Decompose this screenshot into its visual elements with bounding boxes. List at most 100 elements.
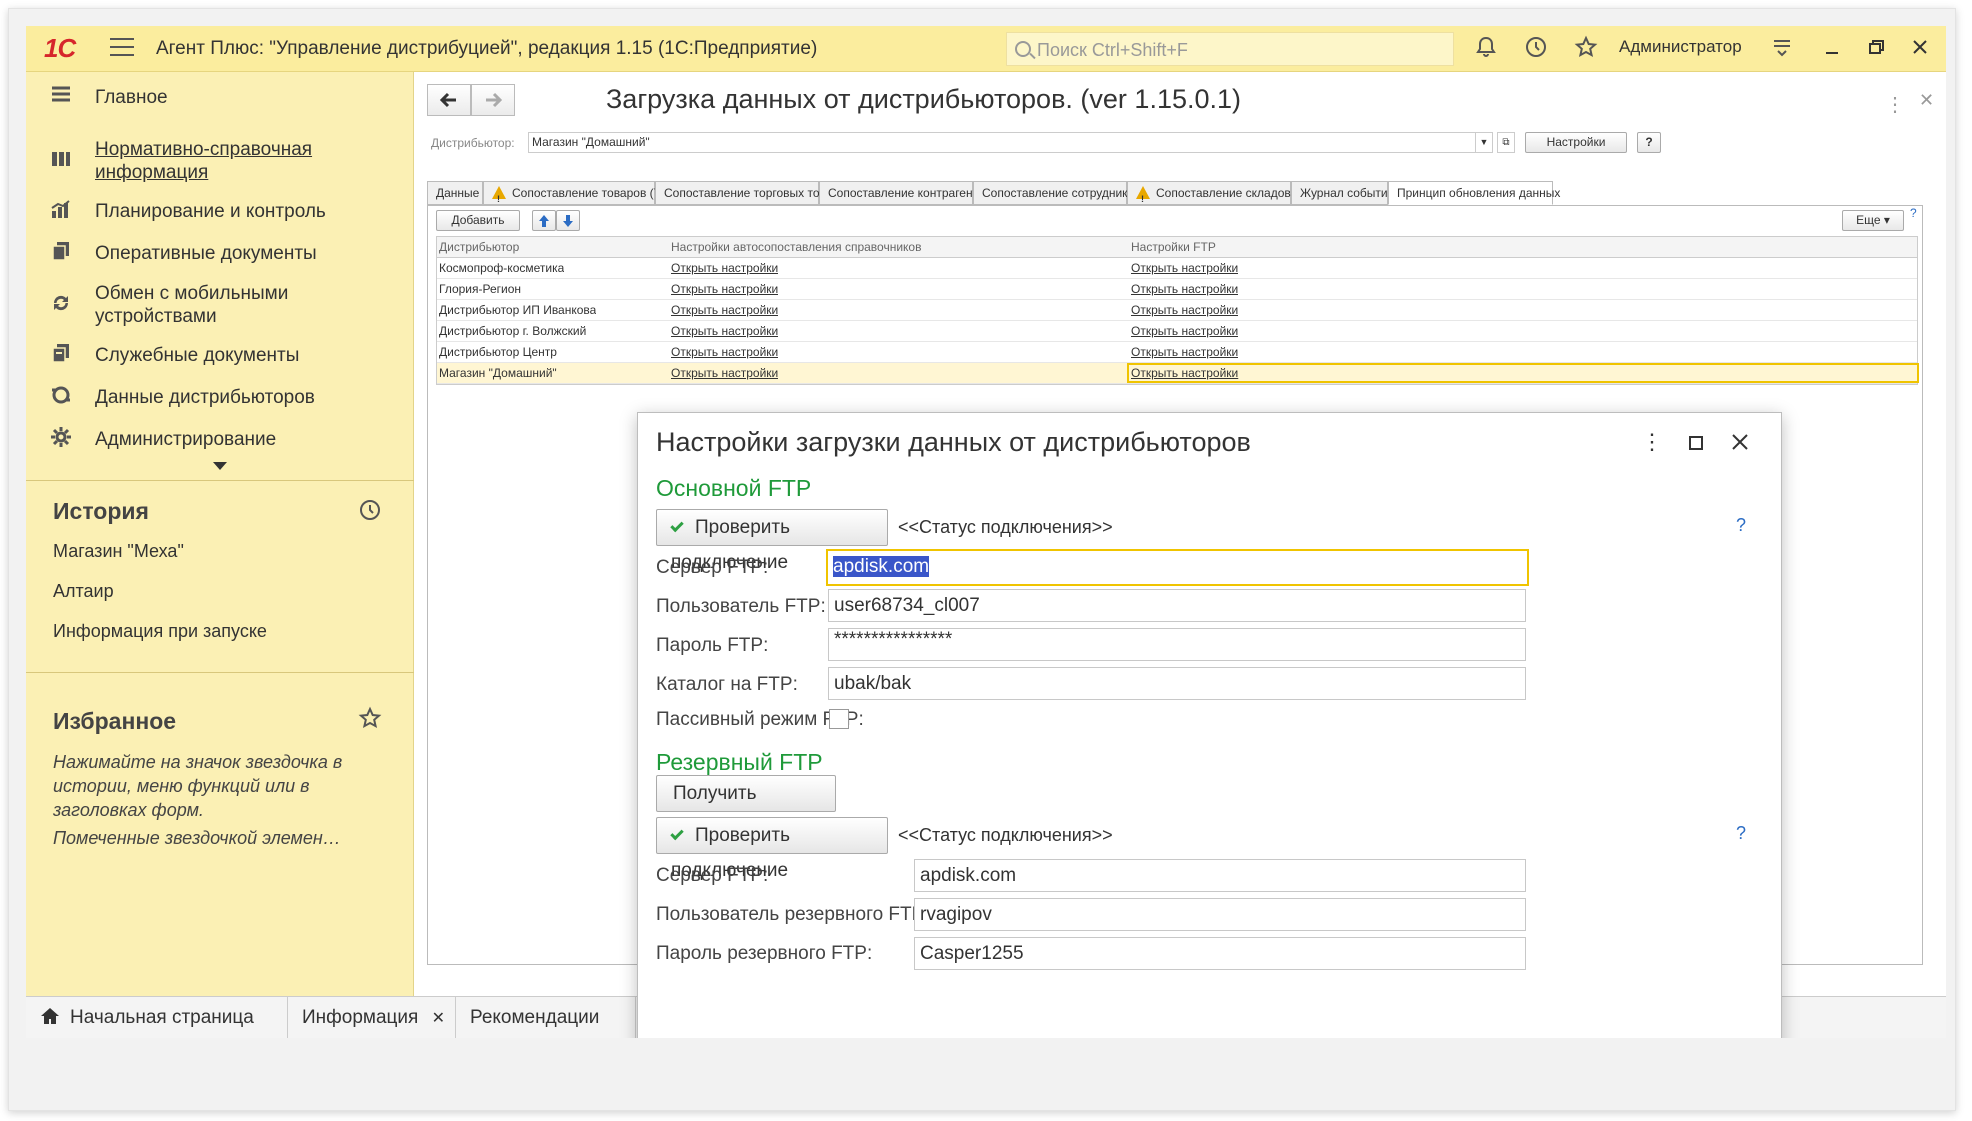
current-user[interactable]: Администратор bbox=[1619, 37, 1742, 57]
history-item[interactable]: Алтаир bbox=[53, 581, 114, 602]
close-form-icon[interactable]: ✕ bbox=[1919, 90, 1934, 111]
restore-icon[interactable] bbox=[1862, 35, 1890, 63]
auto-settings-link[interactable]: Открыть настройки bbox=[669, 342, 778, 362]
tab-contractors[interactable]: Сопоставление контрагентов bbox=[819, 181, 991, 205]
expand-more-icon[interactable] bbox=[213, 462, 227, 470]
grid-book-icon bbox=[48, 148, 74, 174]
tab-data[interactable]: Данные bbox=[427, 181, 483, 205]
sidebar-item-distributor-data[interactable]: Данные дистрибьюторов bbox=[26, 382, 414, 412]
settings-menu-icon[interactable] bbox=[1768, 35, 1796, 63]
column-header[interactable]: Дистрибьютор bbox=[437, 237, 667, 257]
warning-icon bbox=[1136, 186, 1150, 210]
maximize-icon[interactable] bbox=[1684, 431, 1708, 457]
ftp-settings-link[interactable]: Открыть настройки bbox=[1129, 300, 1238, 320]
help-icon[interactable]: ? bbox=[1910, 206, 1917, 220]
sidebar-item-main[interactable]: Главное bbox=[26, 82, 414, 112]
tab-information[interactable]: Информация ✕ bbox=[288, 997, 456, 1038]
divider bbox=[26, 480, 414, 481]
sidebar-item-planning[interactable]: Планирование и контроль bbox=[26, 196, 414, 226]
table-row[interactable]: Космопроф-косметика Открыть настройки От… bbox=[437, 258, 1917, 279]
star-icon[interactable] bbox=[358, 706, 382, 735]
back-button[interactable] bbox=[427, 84, 471, 116]
close-window-icon[interactable] bbox=[1906, 35, 1934, 63]
warning-icon bbox=[492, 186, 506, 210]
tab-event-log[interactable]: Журнал событий bbox=[1291, 181, 1394, 205]
reserve-server-input[interactable]: apdisk.com bbox=[914, 859, 1526, 892]
user-ftp-input[interactable]: user68734_cl007 bbox=[828, 589, 1526, 622]
catalog-ftp-input[interactable]: ubak/bak bbox=[828, 667, 1526, 700]
table-row[interactable]: Дистрибьютор Центр Открыть настройки Отк… bbox=[437, 342, 1917, 363]
history-item[interactable]: Магазин "Меха" bbox=[53, 541, 184, 562]
table-row[interactable]: Дистрибьютор г. Волжский Открыть настрой… bbox=[437, 321, 1917, 342]
bell-icon[interactable] bbox=[1472, 35, 1500, 63]
help-button[interactable]: ? bbox=[1637, 132, 1661, 153]
history-title: История bbox=[53, 498, 149, 524]
reserve-server-label: Сервер FTP: bbox=[656, 865, 769, 886]
more-button[interactable]: Еще ▾ bbox=[1842, 210, 1904, 231]
table-row[interactable]: Глория-Регион Открыть настройки Открыть … bbox=[437, 279, 1917, 300]
history-icon[interactable] bbox=[358, 498, 382, 527]
search-input[interactable]: Поиск Ctrl+Shift+F bbox=[1006, 32, 1454, 66]
minimize-icon[interactable] bbox=[1818, 35, 1846, 63]
password-ftp-input[interactable]: **************** bbox=[828, 628, 1526, 661]
settings-button[interactable]: Настройки bbox=[1525, 132, 1627, 153]
move-up-button[interactable] bbox=[532, 210, 556, 231]
help-icon[interactable]: ? bbox=[1736, 515, 1746, 536]
ftp-settings-link[interactable]: Открыть настройки bbox=[1129, 279, 1238, 299]
form-title: Загрузка данных от дистрибьюторов. (ver … bbox=[606, 84, 1242, 114]
tab-home[interactable]: Начальная страница bbox=[26, 997, 288, 1038]
title-bar: 1С Агент Плюс: "Управление дистрибуцией"… bbox=[26, 26, 1946, 72]
auto-settings-link[interactable]: Открыть настройки bbox=[669, 258, 778, 278]
help-icon[interactable]: ? bbox=[1736, 823, 1746, 844]
add-button[interactable]: Добавить bbox=[436, 210, 520, 231]
forward-button[interactable] bbox=[471, 84, 515, 116]
close-dialog-icon[interactable] bbox=[1728, 431, 1752, 457]
dropdown-icon[interactable]: ▼ bbox=[1475, 132, 1493, 153]
more-actions-icon[interactable]: ⋮ bbox=[1640, 429, 1664, 455]
close-tab-icon[interactable]: ✕ bbox=[432, 1010, 445, 1027]
sidebar-item-service-docs[interactable]: Служебные документы bbox=[26, 340, 414, 370]
tab-outlets[interactable]: Сопоставление торговых точек bbox=[655, 181, 837, 205]
reserve-user-input[interactable]: rvagipov bbox=[914, 898, 1526, 931]
gear-icon bbox=[48, 426, 74, 452]
check-connection-button[interactable]: Проверить подключение bbox=[656, 509, 888, 573]
auto-settings-link[interactable]: Открыть настройки bbox=[669, 321, 778, 341]
tab-warehouses[interactable]: Сопоставление складов (9) bbox=[1127, 181, 1309, 210]
auto-settings-link[interactable]: Открыть настройки bbox=[669, 363, 778, 383]
column-header[interactable]: Настройки FTP bbox=[1129, 237, 1529, 257]
get-settings-button[interactable]: Получить настройки bbox=[656, 775, 836, 839]
history-icon[interactable] bbox=[1522, 35, 1550, 63]
check-icon bbox=[670, 518, 684, 533]
tab-products[interactable]: Сопоставление товаров (71) bbox=[483, 181, 671, 210]
sidebar-item-label: Обмен с мобильными устройствами bbox=[95, 283, 289, 327]
open-icon[interactable]: ⧉ bbox=[1497, 132, 1515, 153]
check-connection-reserve-button[interactable]: Проверить подключение bbox=[656, 817, 888, 881]
distributor-field[interactable]: Магазин "Домашний" bbox=[528, 132, 1493, 153]
more-actions-icon[interactable]: ⋮ bbox=[1885, 92, 1905, 117]
tab-recommendations[interactable]: Рекомендации bbox=[456, 997, 636, 1038]
star-icon[interactable] bbox=[1572, 35, 1600, 63]
passive-mode-checkbox[interactable] bbox=[829, 709, 849, 729]
auto-settings-link[interactable]: Открыть настройки bbox=[669, 300, 778, 320]
check-icon bbox=[670, 826, 684, 841]
server-ftp-input[interactable]: apdisk.com bbox=[826, 549, 1529, 586]
table-row[interactable]: Дистрибьютор ИП Иванкова Открыть настрой… bbox=[437, 300, 1917, 321]
ftp-settings-link[interactable]: Открыть настройки bbox=[1129, 321, 1238, 341]
sidebar-item-reference[interactable]: Нормативно-справочная информация bbox=[26, 136, 414, 186]
column-header[interactable]: Настройки автосопоставления справочников bbox=[669, 237, 1127, 257]
sidebar-item-operational-docs[interactable]: Оперативные документы bbox=[26, 238, 414, 268]
tab-employees[interactable]: Сопоставление сотрудников bbox=[973, 181, 1141, 205]
tab-update-principle[interactable]: Принцип обновления данных bbox=[1388, 181, 1560, 205]
history-item[interactable]: Информация при запуске bbox=[53, 621, 267, 642]
ftp-settings-link[interactable]: Открыть настройки bbox=[1127, 363, 1919, 383]
reserve-password-input[interactable]: Casper1255 bbox=[914, 937, 1526, 970]
move-down-button[interactable] bbox=[556, 210, 580, 231]
ftp-settings-link[interactable]: Открыть настройки bbox=[1129, 342, 1238, 362]
table-row-selected[interactable]: Магазин "Домашний" Открыть настройки Отк… bbox=[437, 363, 1919, 384]
distributor-name: Магазин "Домашний" bbox=[439, 366, 557, 380]
sidebar-item-mobile-exchange[interactable]: Обмен с мобильными устройствами bbox=[26, 280, 414, 330]
sidebar-item-administration[interactable]: Администрирование bbox=[26, 424, 414, 454]
auto-settings-link[interactable]: Открыть настройки bbox=[669, 279, 778, 299]
main-menu-icon[interactable] bbox=[110, 38, 134, 60]
ftp-settings-link[interactable]: Открыть настройки bbox=[1129, 258, 1238, 278]
